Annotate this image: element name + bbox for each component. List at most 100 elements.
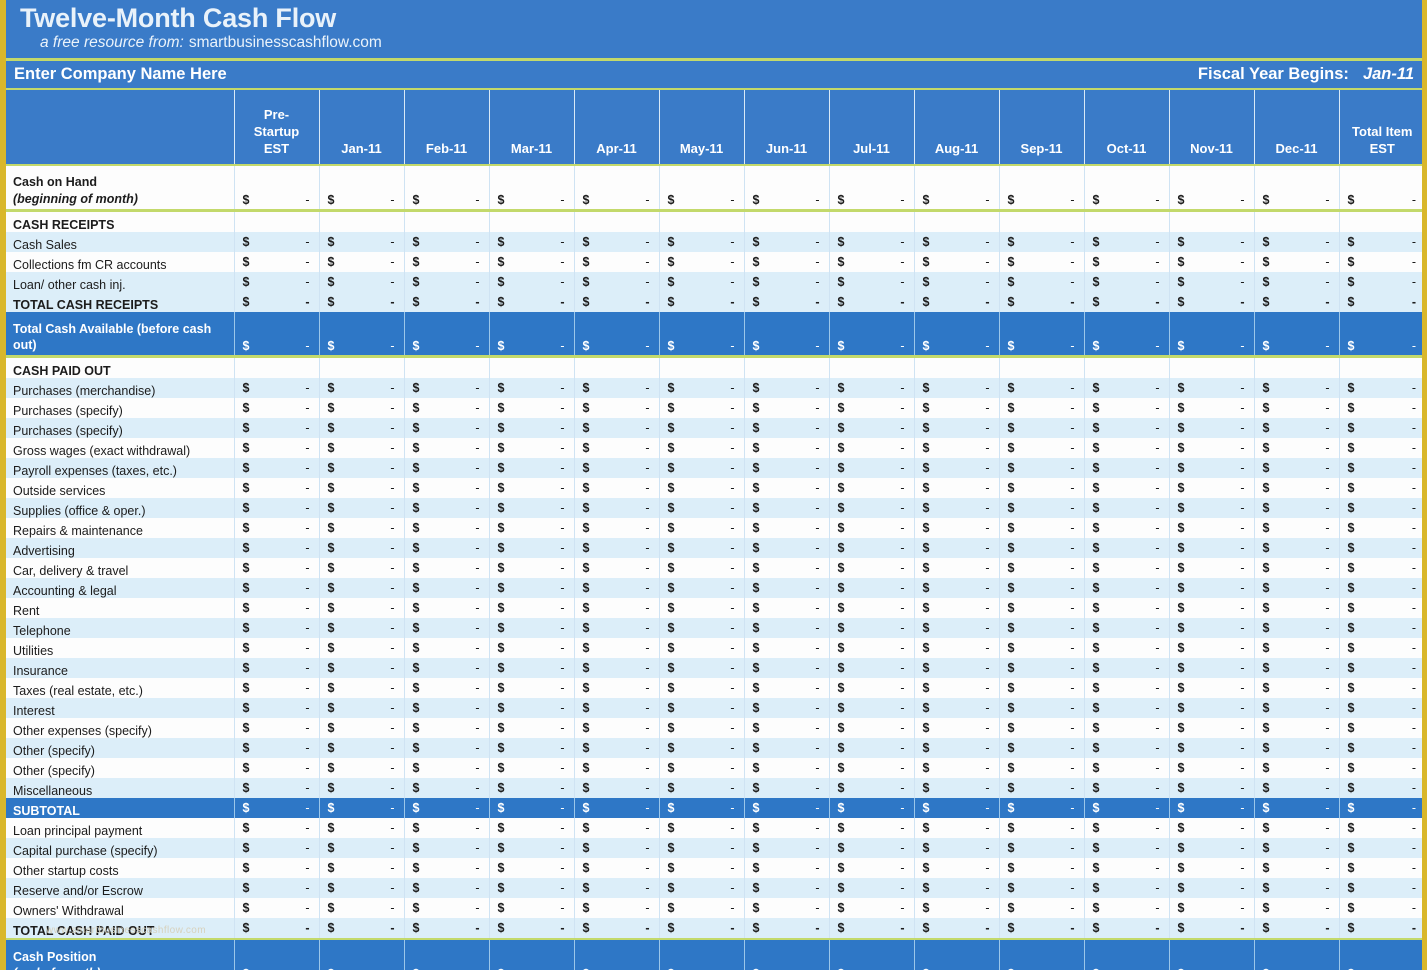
cell-apr[interactable]: $-	[573, 877, 659, 898]
cell-aug[interactable]: $-	[913, 757, 999, 778]
cell-prestartup[interactable]: $-	[233, 311, 319, 358]
cell-jan[interactable]: $-	[318, 717, 404, 738]
cell-sep[interactable]	[998, 210, 1084, 232]
cell-jun[interactable]: $-	[743, 577, 829, 598]
cell-feb[interactable]: $-	[403, 717, 489, 738]
cell-mar[interactable]: $-	[488, 877, 574, 898]
cell-nov[interactable]: $-	[1168, 437, 1254, 458]
cell-apr[interactable]: $-	[573, 477, 659, 498]
cell-prestartup[interactable]: $-	[233, 497, 319, 518]
cell-prestartup[interactable]: $-	[233, 537, 319, 558]
cell-nov[interactable]: $-	[1168, 397, 1254, 418]
cell-feb[interactable]: $-	[403, 231, 489, 252]
cell-oct[interactable]: $-	[1083, 637, 1169, 658]
cell-jul[interactable]: $-	[828, 577, 914, 598]
cell-apr[interactable]: $-	[573, 291, 659, 312]
cell-jul[interactable]	[828, 356, 914, 378]
cell-prestartup[interactable]: $-	[233, 477, 319, 498]
cell-nov[interactable]: $-	[1168, 537, 1254, 558]
cell-jul[interactable]: $-	[828, 757, 914, 778]
cell-jun[interactable]: $-	[743, 857, 829, 878]
cell-prestartup[interactable]: $-	[233, 577, 319, 598]
cell-apr[interactable]: $-	[573, 717, 659, 738]
cell-jan[interactable]: $-	[318, 817, 404, 838]
cell-nov[interactable]: $-	[1168, 477, 1254, 498]
cell-oct[interactable]: $-	[1083, 777, 1169, 798]
cell-mar[interactable]: $-	[488, 437, 574, 458]
cell-jan[interactable]: $-	[318, 857, 404, 878]
cell-total[interactable]: $-	[1338, 797, 1422, 818]
cell-sep[interactable]: $-	[998, 677, 1084, 698]
cell-mar[interactable]: $-	[488, 637, 574, 658]
cell-dec[interactable]: $-	[1253, 417, 1339, 438]
cell-jun[interactable]: $-	[743, 271, 829, 292]
cell-may[interactable]: $-	[658, 938, 744, 970]
cell-feb[interactable]: $-	[403, 517, 489, 538]
cell-total[interactable]: $-	[1338, 577, 1422, 598]
cell-aug[interactable]: $-	[913, 617, 999, 638]
cell-nov[interactable]: $-	[1168, 577, 1254, 598]
cell-mar[interactable]: $-	[488, 938, 574, 970]
cell-total[interactable]: $-	[1338, 877, 1422, 898]
cell-may[interactable]: $-	[658, 291, 744, 312]
cell-jul[interactable]	[828, 210, 914, 232]
cell-prestartup[interactable]: $-	[233, 397, 319, 418]
cell-feb[interactable]: $-	[403, 677, 489, 698]
cell-total[interactable]: $-	[1338, 477, 1422, 498]
cell-jun[interactable]: $-	[743, 657, 829, 678]
cell-dec[interactable]: $-	[1253, 597, 1339, 618]
cell-nov[interactable]: $-	[1168, 497, 1254, 518]
cell-aug[interactable]: $-	[913, 817, 999, 838]
cell-total[interactable]: $-	[1338, 597, 1422, 618]
cell-apr[interactable]: $-	[573, 397, 659, 418]
cell-jul[interactable]: $-	[828, 537, 914, 558]
cell-aug[interactable]: $-	[913, 457, 999, 478]
cell-jul[interactable]: $-	[828, 311, 914, 358]
cell-may[interactable]: $-	[658, 797, 744, 818]
cell-jun[interactable]: $-	[743, 938, 829, 970]
cell-may[interactable]: $-	[658, 164, 744, 212]
cell-feb[interactable]: $-	[403, 857, 489, 878]
cell-feb[interactable]: $-	[403, 737, 489, 758]
cell-feb[interactable]: $-	[403, 537, 489, 558]
cell-aug[interactable]: $-	[913, 231, 999, 252]
cell-aug[interactable]: $-	[913, 271, 999, 292]
cell-prestartup[interactable]: $-	[233, 437, 319, 458]
cell-jul[interactable]: $-	[828, 677, 914, 698]
cell-sep[interactable]: $-	[998, 797, 1084, 818]
cell-prestartup[interactable]: $-	[233, 877, 319, 898]
cell-mar[interactable]: $-	[488, 291, 574, 312]
cell-aug[interactable]: $-	[913, 837, 999, 858]
cell-nov[interactable]: $-	[1168, 938, 1254, 970]
cell-may[interactable]: $-	[658, 477, 744, 498]
cell-oct[interactable]: $-	[1083, 417, 1169, 438]
cell-dec[interactable]: $-	[1253, 311, 1339, 358]
cell-jan[interactable]: $-	[318, 397, 404, 418]
cell-oct[interactable]: $-	[1083, 817, 1169, 838]
cell-jan[interactable]: $-	[318, 617, 404, 638]
cell-nov[interactable]: $-	[1168, 231, 1254, 252]
cell-oct[interactable]: $-	[1083, 251, 1169, 272]
cell-jan[interactable]	[318, 356, 404, 378]
cell-jan[interactable]: $-	[318, 164, 404, 212]
cell-sep[interactable]: $-	[998, 577, 1084, 598]
cell-jun[interactable]: $-	[743, 497, 829, 518]
cell-sep[interactable]: $-	[998, 717, 1084, 738]
cell-apr[interactable]: $-	[573, 557, 659, 578]
cell-dec[interactable]: $-	[1253, 637, 1339, 658]
cell-jul[interactable]: $-	[828, 737, 914, 758]
cell-mar[interactable]: $-	[488, 817, 574, 838]
cell-oct[interactable]	[1083, 210, 1169, 232]
cell-nov[interactable]: $-	[1168, 857, 1254, 878]
cell-nov[interactable]: $-	[1168, 797, 1254, 818]
cell-total[interactable]: $-	[1338, 457, 1422, 478]
cell-feb[interactable]: $-	[403, 597, 489, 618]
cell-dec[interactable]: $-	[1253, 557, 1339, 578]
cell-total[interactable]: $-	[1338, 897, 1422, 918]
cell-mar[interactable]: $-	[488, 737, 574, 758]
cell-feb[interactable]: $-	[403, 777, 489, 798]
cell-dec[interactable]: $-	[1253, 377, 1339, 398]
cell-nov[interactable]: $-	[1168, 637, 1254, 658]
cell-nov[interactable]: $-	[1168, 377, 1254, 398]
cell-oct[interactable]: $-	[1083, 437, 1169, 458]
